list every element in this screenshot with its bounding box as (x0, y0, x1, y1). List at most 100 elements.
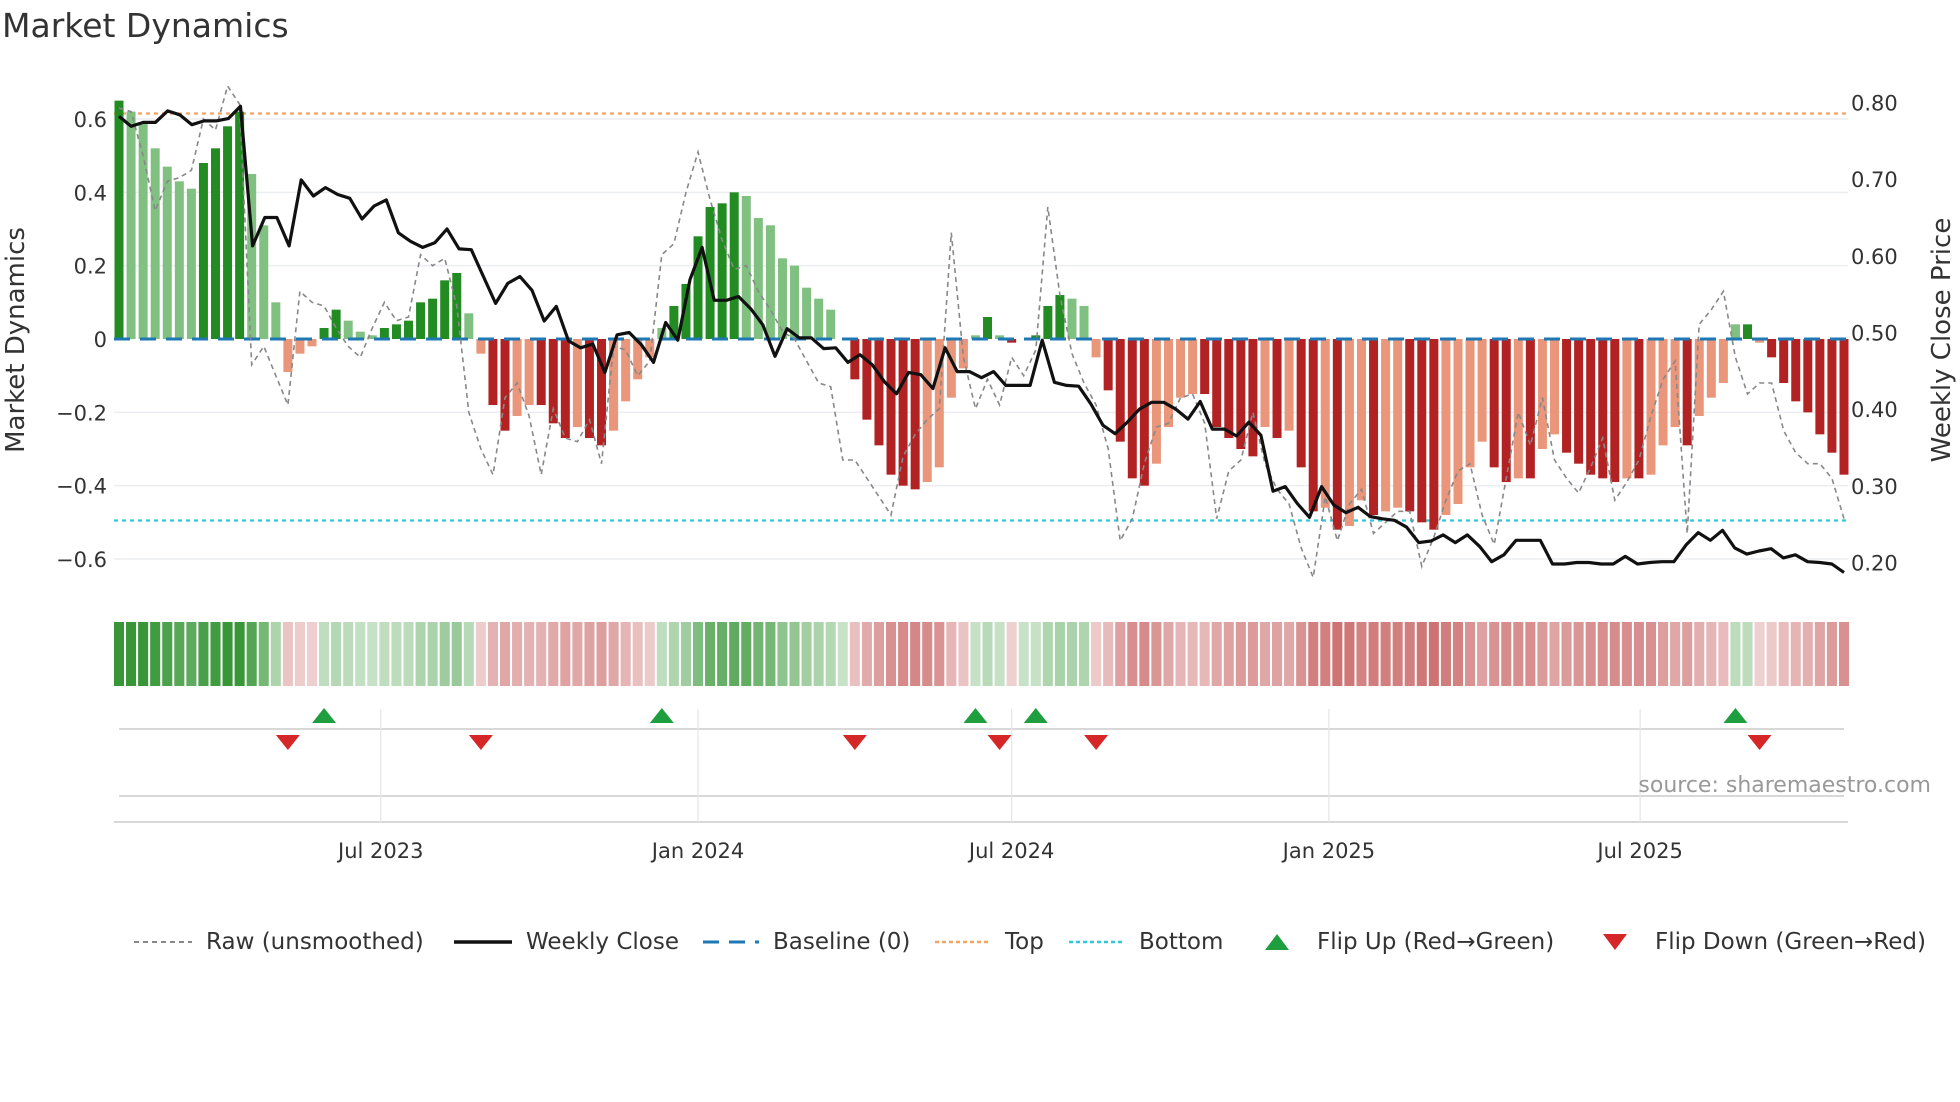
strip-cell (994, 622, 1005, 686)
strip-cell (512, 622, 523, 686)
x-tick-label: Jul 2025 (1595, 839, 1682, 863)
bar (150, 148, 160, 339)
bar (1610, 339, 1620, 483)
strip-cell (463, 622, 474, 686)
strip-cell (331, 622, 342, 686)
bar (1296, 339, 1306, 468)
bar (536, 339, 546, 406)
strip-cell (1175, 622, 1186, 686)
bars (114, 100, 1849, 530)
bar (1453, 339, 1463, 505)
bar (1224, 339, 1234, 439)
strip-cell (1259, 622, 1271, 686)
strip-cell (1223, 622, 1234, 686)
strip-cell (1549, 622, 1560, 686)
bar (1706, 339, 1716, 398)
strip-cell (198, 622, 209, 686)
strip-cell (379, 622, 390, 686)
bar (922, 339, 932, 483)
bar (416, 302, 426, 339)
strip-cell (1537, 622, 1548, 686)
strip-cell (1585, 622, 1596, 686)
flip-down-marker (1084, 735, 1109, 750)
strip-cell (355, 622, 366, 686)
strip-cell (1778, 622, 1789, 686)
bar (729, 192, 739, 339)
bar (1489, 339, 1499, 468)
bar (1139, 339, 1149, 486)
bar (1742, 324, 1752, 339)
strip-cell (1790, 622, 1801, 686)
bar (295, 339, 305, 354)
bar (1417, 339, 1427, 523)
strip-cell (946, 622, 957, 686)
strip-cell (150, 622, 161, 686)
strip-cell (1272, 622, 1283, 686)
strip-cell (138, 622, 149, 686)
solid-line-icon (454, 940, 512, 944)
strip-cell (1296, 622, 1307, 686)
strip-cell (596, 622, 607, 686)
y-tick-label: −0.4 (56, 475, 107, 499)
strip-cell (1501, 622, 1512, 686)
strip-cell (741, 622, 752, 686)
y2-tick-label: 0.40 (1851, 398, 1898, 422)
strip-cell (451, 622, 462, 686)
bar (1634, 339, 1644, 479)
bar (560, 339, 570, 439)
bar (802, 287, 812, 339)
bar (1525, 339, 1535, 479)
flip-up-marker (312, 708, 337, 723)
strip-cell (1308, 622, 1319, 686)
strip-cell (1042, 622, 1053, 686)
strip-cell (270, 622, 281, 686)
bar (1562, 339, 1572, 453)
bar (1393, 339, 1403, 508)
strip-cell (1633, 622, 1644, 686)
bar (1791, 339, 1801, 402)
strip-cell (1838, 622, 1850, 686)
strip-cell (1525, 622, 1536, 686)
strip-cell (922, 622, 933, 686)
strip-cell (258, 622, 269, 686)
legend-item-flip-down: Flip Down (Green→Red) (1601, 924, 1926, 960)
flip-up-marker (1023, 708, 1048, 723)
bar (126, 111, 136, 340)
strip-cell (789, 622, 800, 686)
strip-cell (1682, 622, 1693, 686)
strip-cell (1139, 622, 1150, 686)
strip-cell (560, 622, 571, 686)
bar (343, 320, 353, 339)
flip-up-marker (1723, 708, 1748, 723)
bar (114, 100, 124, 340)
strip-cell (524, 622, 535, 686)
legend-label: Bottom (1139, 929, 1224, 955)
bar (198, 162, 208, 339)
strip-cell (306, 622, 318, 686)
strip-cell (391, 622, 402, 686)
strip-cell (837, 622, 848, 686)
bar (1682, 339, 1692, 446)
bar (983, 316, 993, 339)
legend-item-flip-up: Flip Up (Red→Green) (1263, 924, 1554, 960)
y-axis-title: Market Dynamics (1, 227, 31, 453)
strip-cell (680, 622, 691, 686)
strip-cell (861, 622, 872, 686)
bar (1477, 339, 1487, 442)
strip-cell (982, 622, 993, 686)
strip-cell (608, 622, 619, 686)
bar (886, 339, 896, 475)
strip-cell (1066, 622, 1078, 686)
bar (464, 313, 474, 339)
strip-cell (1609, 622, 1620, 686)
strip-cell (813, 622, 824, 686)
bar (1718, 339, 1728, 384)
legend-label: Raw (unsmoothed) (206, 929, 424, 955)
legend-item-top: Top (935, 924, 1044, 960)
x-tick-label: Jul 2023 (336, 839, 423, 863)
strip-cell (162, 622, 173, 686)
bar (1308, 339, 1318, 512)
bar (1200, 339, 1210, 395)
y-tick-label: −0.2 (56, 401, 107, 425)
strip-cell (849, 622, 860, 686)
